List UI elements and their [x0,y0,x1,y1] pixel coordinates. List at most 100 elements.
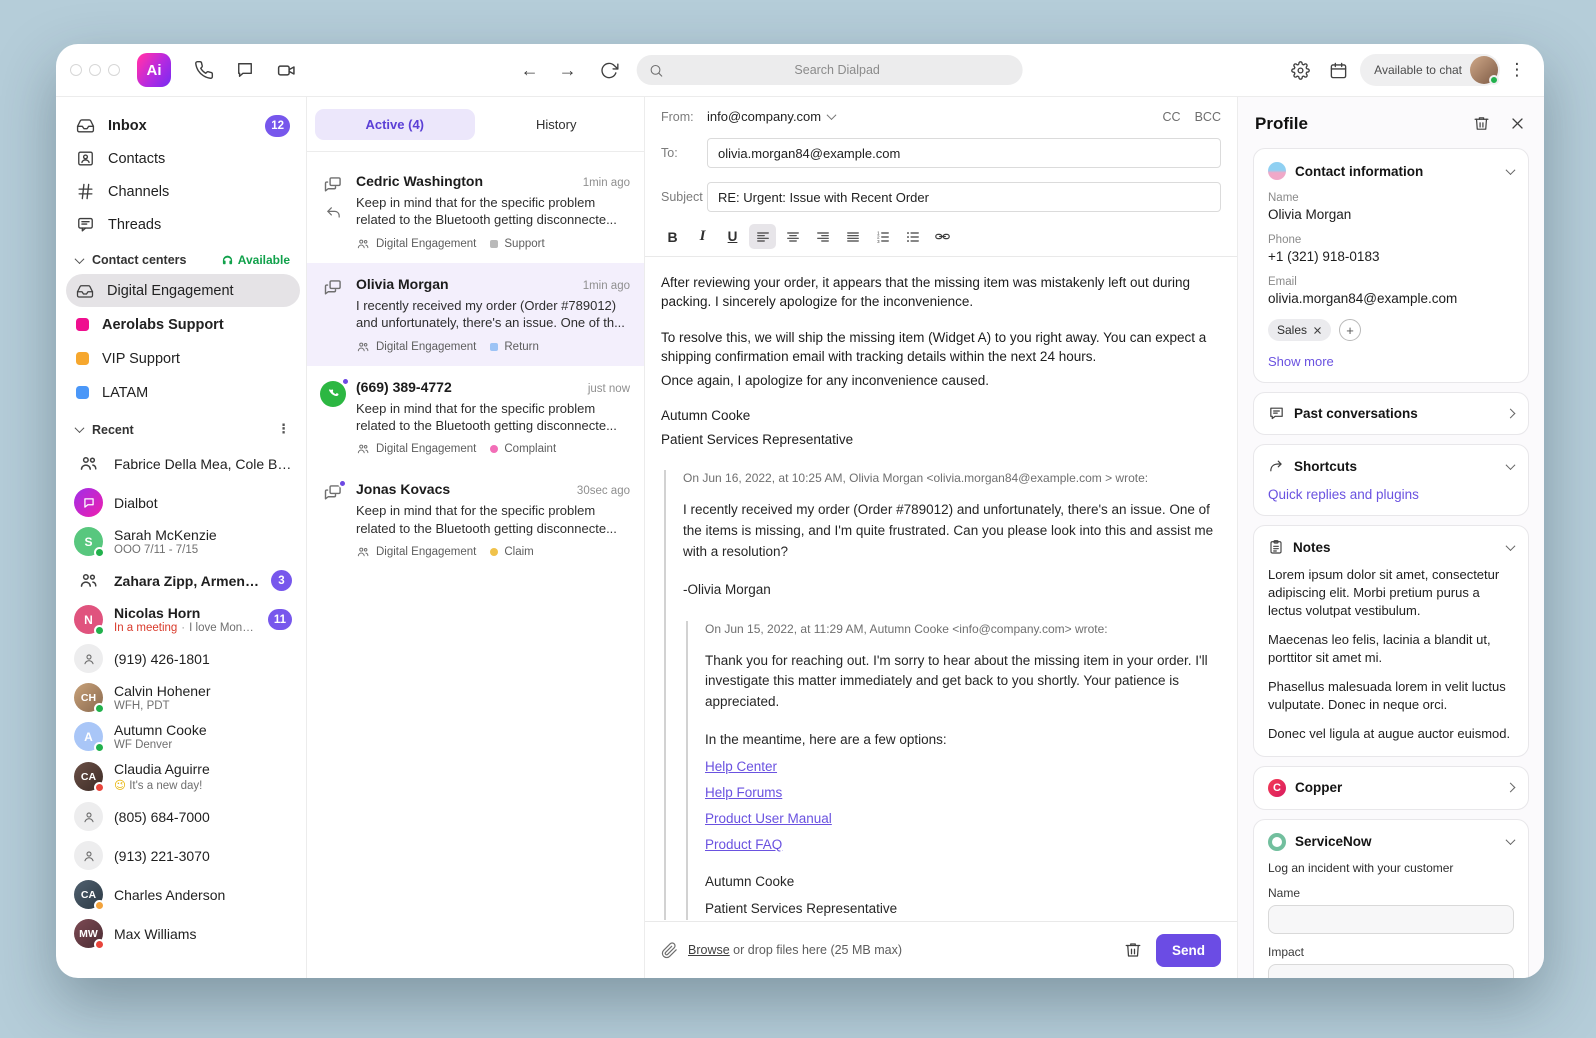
send-button[interactable]: Send [1156,934,1221,967]
more-options-icon[interactable]: ⋮ [1506,60,1528,80]
recent-contact-claudia-aguirre[interactable]: CA Claudia Aguirre 😉 It's a new day! [66,756,300,797]
person-icon [74,841,103,870]
refresh-icon[interactable] [593,54,625,86]
incident-name-input[interactable] [1268,905,1514,934]
video-icon[interactable] [270,54,302,86]
conversation-jonas-kovacs[interactable]: Jonas Kovacs 30sec ago Keep in mind that… [307,468,644,571]
email-body[interactable]: After reviewing your order, it appears t… [645,257,1237,921]
recent-contact-calvin-hohener[interactable]: CH Calvin Hohener WFH, PDT [66,678,300,717]
window-minimize-dot[interactable] [89,64,101,76]
window-maximize-dot[interactable] [108,64,120,76]
cc-button[interactable]: CC [1163,110,1181,124]
help-center-link[interactable]: Help Center [705,758,777,777]
chevron-down-icon [1506,541,1516,551]
chat-conversation-icon [323,483,343,503]
recent-contact-fabrice-group[interactable]: Fabrice Della Mea, Cole Bo... [66,444,300,483]
product-user-manual-link[interactable]: Product User Manual [705,810,832,829]
recent-contact-nicolas-horn[interactable]: N Nicolas Horn In a meeting·I love Monda… [66,600,300,639]
bcc-button[interactable]: BCC [1195,110,1221,124]
add-tag-button[interactable]: + [1339,319,1361,341]
recent-contact-autumn-cooke[interactable]: A Autumn Cooke WF Denver [66,717,300,756]
subject-input[interactable] [707,182,1221,212]
recent-contact-max-williams[interactable]: MW Max Williams [66,914,300,953]
forward-arrow-icon[interactable]: → [555,57,581,83]
card-title: Past conversations [1294,406,1418,421]
contact-information-header[interactable]: Contact information [1268,162,1514,180]
browse-link[interactable]: Browse [688,943,730,957]
recent-contact-charles-anderson[interactable]: CA Charles Anderson [66,875,300,914]
contact-centers-header[interactable]: Contact centers Available [66,241,300,274]
recent-contact-phone-919[interactable]: (919) 426-1801 [66,639,300,678]
conversation-tag: Return [504,341,539,353]
calendar-icon[interactable] [1322,54,1354,86]
close-profile-button[interactable] [1508,114,1527,133]
dialpad-logo[interactable]: Ai [137,53,171,87]
contact-name: (805) 684-7000 [114,809,292,825]
phone-icon[interactable] [188,54,220,86]
conversation-cedric-washington[interactable]: Cedric Washington 1min ago Keep in mind … [307,160,644,263]
to-input[interactable] [707,138,1221,168]
tag-color-complaint [490,445,498,453]
conversation-phone-669[interactable]: (669) 389-4772 just now Keep in mind tha… [307,366,644,469]
contact-name: Autumn Cooke [114,722,292,738]
help-forums-link[interactable]: Help Forums [705,784,782,803]
recent-contact-dialbot[interactable]: Dialbot [66,483,300,522]
recent-more-icon[interactable]: ⋮ [277,422,290,437]
delete-contact-button[interactable] [1471,113,1492,134]
contact-center-vip-support[interactable]: VIP Support [66,342,300,375]
align-left-button[interactable] [749,224,776,249]
quick-replies-link[interactable]: Quick replies and plugins [1268,487,1419,502]
show-more-link[interactable]: Show more [1268,354,1334,369]
recent-header[interactable]: Recent ⋮ [66,410,300,444]
product-faq-link[interactable]: Product FAQ [705,836,782,855]
tag-color-support [490,240,498,248]
align-right-button[interactable] [809,224,836,249]
recent-contact-zahara-group[interactable]: Zahara Zipp, Armen Ba... 3 [66,561,300,600]
underline-button[interactable]: U [719,224,746,249]
sidebar-item-threads[interactable]: Threads [66,208,300,241]
align-center-button[interactable] [779,224,806,249]
contact-center-aerolabs-support[interactable]: Aerolabs Support [66,308,300,341]
discard-draft-button[interactable] [1120,937,1146,963]
search-bar[interactable] [637,55,1023,85]
tab-history[interactable]: History [477,109,637,140]
copper-card[interactable]: C Copper [1253,766,1529,810]
recent-contact-phone-805[interactable]: (805) 684-7000 [66,797,300,836]
bullet-list-button[interactable] [899,224,926,249]
align-justify-button[interactable] [839,224,866,249]
link-icon [934,228,951,245]
sidebar-item-channels[interactable]: Channels [66,175,300,208]
chat-icon[interactable] [229,54,261,86]
italic-button[interactable]: I [689,224,716,249]
past-conversations-card[interactable]: Past conversations [1253,392,1529,435]
recent-contact-phone-913[interactable]: (913) 221-3070 [66,836,300,875]
conversation-center: Digital Engagement [376,341,476,353]
sidebar-item-inbox[interactable]: Inbox 12 [66,109,300,142]
ordered-list-button[interactable]: 123 [869,224,896,249]
from-selector[interactable]: info@company.com [707,109,835,124]
availability-status-pill[interactable]: Available to chat [1360,54,1500,86]
avatar: S [74,527,103,556]
sidebar-item-contacts[interactable]: Contacts [66,142,300,175]
incident-impact-textarea[interactable] [1268,964,1514,979]
conversation-olivia-morgan[interactable]: Olivia Morgan 1min ago I recently receiv… [307,263,644,366]
recent-contact-sarah-mckenzie[interactable]: S Sarah McKenzie OOO 7/11 - 7/15 [66,522,300,561]
back-arrow-icon[interactable]: ← [517,57,543,83]
window-controls[interactable] [70,64,120,76]
window-close-dot[interactable] [70,64,82,76]
avatar: N [74,605,103,634]
gear-icon[interactable] [1284,54,1316,86]
bold-button[interactable]: B [659,224,686,249]
remove-tag-icon[interactable] [1313,326,1322,335]
sales-tag-chip[interactable]: Sales [1268,319,1331,341]
shortcuts-header[interactable]: Shortcuts [1268,458,1514,475]
notes-header[interactable]: Notes [1268,539,1514,555]
avatar: CH [74,683,103,712]
search-input[interactable] [664,63,1011,77]
link-button[interactable] [929,224,956,249]
servicenow-header[interactable]: ServiceNow [1268,833,1514,851]
contact-center-digital-engagement[interactable]: Digital Engagement [66,274,300,307]
tab-active[interactable]: Active (4) [315,109,475,140]
servicenow-logo-icon [1268,833,1286,851]
contact-center-latam[interactable]: LATAM [66,376,300,409]
